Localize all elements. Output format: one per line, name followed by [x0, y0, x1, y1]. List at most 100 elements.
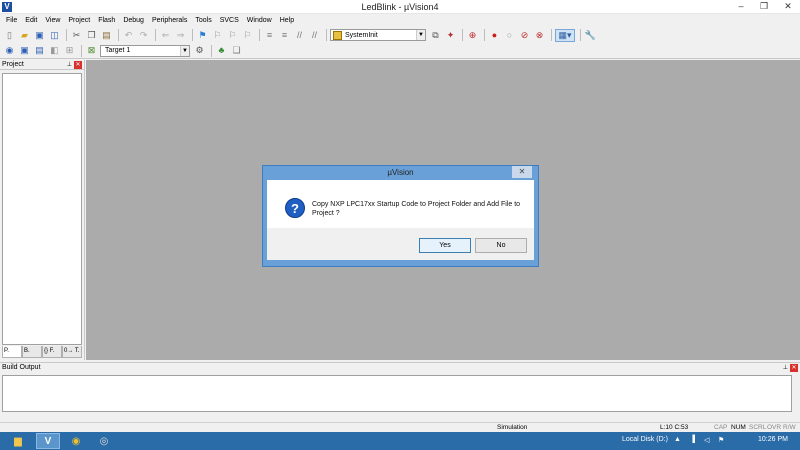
taskbar: ▆ V ◉ ◎ Local Disk (D:) ▲ ▐ ◁ ⚑ 10:26 PM — [0, 432, 800, 450]
toolbar-separator — [192, 29, 193, 41]
file-toolbar: ▯ ▰ ▣ ◫ ✂ ❐ ▤ ↶ ↷ ⇐ ⇒ ⚑ ⚐ ⚐ ⚐ ≡ ≡ // // … — [0, 27, 800, 43]
clear-bookmarks-icon[interactable]: ⚐ — [241, 29, 254, 42]
dialog-close-button[interactable]: ✕ — [512, 166, 532, 178]
pin-icon[interactable]: ⊥ — [783, 363, 788, 373]
flag-icon[interactable]: ⚑ — [718, 436, 724, 444]
target-combo[interactable]: Target 1 ▼ — [100, 44, 190, 57]
comment-icon[interactable]: // — [293, 29, 306, 42]
file-explorer-icon[interactable]: ▆ — [6, 433, 30, 449]
chrome-icon[interactable]: ◉ — [64, 433, 88, 449]
build-toolbar: ◉ ▣ ▤ ◧ ⊞ ⊠ Target 1 ▼ ⚙ ♣ ❏ — [0, 43, 800, 59]
kill-breakpoints-icon[interactable]: ⊗ — [533, 29, 546, 42]
project-panel-header: Project ⊥ ✕ — [0, 60, 84, 70]
cut-icon[interactable]: ✂ — [70, 29, 83, 42]
toolbar-separator — [462, 29, 463, 41]
build-output-title: Build Output — [2, 364, 41, 371]
disable-all-breakpoints-icon[interactable]: ⊘ — [518, 29, 531, 42]
options-for-target-icon[interactable]: ⚙ — [193, 44, 206, 57]
title-bar: V LedBlink - µVision4 – ❐ ✕ — [0, 0, 800, 14]
menu-tools[interactable]: Tools — [191, 14, 215, 27]
menu-file[interactable]: File — [2, 14, 21, 27]
window-layout-icon[interactable]: ▦▾ — [555, 28, 575, 42]
bookmark-icon[interactable]: ⚑ — [196, 29, 209, 42]
manage-components-icon[interactable]: ♣ — [215, 44, 228, 57]
dialog-title: µVision — [387, 168, 414, 177]
clock[interactable]: 10:26 PM — [758, 436, 788, 443]
tab-functions[interactable]: {} F. — [42, 346, 62, 358]
function-combo-value: SystemInit — [345, 31, 378, 39]
indent-icon[interactable]: ≡ — [263, 29, 276, 42]
close-icon[interactable]: ✕ — [790, 364, 798, 372]
window-title: LedBlink - µVision4 — [361, 2, 439, 12]
undo-icon[interactable]: ↶ — [122, 29, 135, 42]
target-combo-value: Target 1 — [105, 47, 131, 54]
breakpoint-icon[interactable]: ● — [488, 29, 501, 42]
load-icon[interactable]: ⊞ — [63, 44, 76, 57]
toolbar-separator — [118, 29, 119, 41]
project-panel-title: Project — [2, 61, 24, 68]
redo-icon[interactable]: ↷ — [137, 29, 150, 42]
question-icon: ? — [285, 198, 305, 218]
menu-svcs[interactable]: SVCS — [216, 14, 243, 27]
no-button[interactable]: No — [475, 238, 527, 253]
find-in-files-icon[interactable]: ⧉ — [429, 29, 442, 42]
close-window-button[interactable]: ✕ — [776, 0, 800, 13]
menu-window[interactable]: Window — [243, 14, 276, 27]
volume-icon[interactable]: ◁ — [704, 436, 709, 444]
toolbar-separator — [551, 29, 552, 41]
chevron-down-icon[interactable]: ▼ — [180, 45, 189, 56]
nav-forward-icon[interactable]: ⇒ — [174, 29, 187, 42]
tray-drive-label[interactable]: Local Disk (D:) — [622, 436, 668, 443]
next-bookmark-icon[interactable]: ⚐ — [226, 29, 239, 42]
save-icon[interactable]: ▣ — [33, 29, 46, 42]
unindent-icon[interactable]: ≡ — [278, 29, 291, 42]
tab-books[interactable]: B. — [22, 346, 42, 358]
menu-edit[interactable]: Edit — [21, 14, 41, 27]
tray-arrow-icon[interactable]: ▲ — [674, 436, 681, 443]
configure-wrench-icon[interactable]: 🔧 — [584, 29, 597, 42]
tab-templates[interactable]: 0→ T. — [62, 346, 82, 358]
close-icon[interactable]: ✕ — [74, 61, 82, 69]
incremental-find-icon[interactable]: ✦ — [444, 29, 457, 42]
project-tree[interactable] — [2, 73, 82, 345]
rebuild-icon[interactable]: ▤ — [33, 44, 46, 57]
uncomment-icon[interactable]: // — [308, 29, 321, 42]
prev-bookmark-icon[interactable]: ⚐ — [211, 29, 224, 42]
file-extensions-icon[interactable]: ❏ — [230, 44, 243, 57]
yes-button[interactable]: Yes — [419, 238, 471, 253]
menu-debug[interactable]: Debug — [119, 14, 148, 27]
uvision-taskbar-icon[interactable]: V — [36, 433, 60, 449]
tab-project[interactable]: P. — [2, 346, 22, 358]
chevron-down-icon[interactable]: ▼ — [416, 30, 425, 40]
debug-session-icon[interactable]: ⊕ — [466, 29, 479, 42]
menu-help[interactable]: Help — [276, 14, 298, 27]
translate-icon[interactable]: ◉ — [3, 44, 16, 57]
menu-peripherals[interactable]: Peripherals — [148, 14, 191, 27]
save-all-icon[interactable]: ◫ — [48, 29, 61, 42]
batch-build-icon[interactable]: ◧ — [48, 44, 61, 57]
network-icon[interactable]: ▐ — [690, 436, 695, 443]
build-icon[interactable]: ▣ — [18, 44, 31, 57]
minimize-button[interactable]: – — [730, 0, 752, 13]
dialog-body: ? Copy NXP LPC17xx Startup Code to Proje… — [267, 180, 534, 228]
status-bar: Simulation L:10 C:53 CAP NUM SCRL OVR R/… — [0, 422, 800, 432]
new-file-icon[interactable]: ▯ — [3, 29, 16, 42]
paste-icon[interactable]: ▤ — [100, 29, 113, 42]
copy-icon[interactable]: ❐ — [85, 29, 98, 42]
build-output-text[interactable] — [2, 375, 792, 412]
dialog-footer: Yes No — [267, 228, 534, 260]
nav-back-icon[interactable]: ⇐ — [159, 29, 172, 42]
menu-project[interactable]: Project — [64, 14, 94, 27]
function-combo[interactable]: SystemInit ▼ — [330, 29, 426, 41]
dialog-message: Copy NXP LPC17xx Startup Code to Project… — [312, 201, 521, 217]
menu-view[interactable]: View — [41, 14, 64, 27]
disable-breakpoint-icon[interactable]: ○ — [503, 29, 516, 42]
build-output-header: Build Output ⊥ ✕ — [0, 363, 800, 373]
menu-flash[interactable]: Flash — [94, 14, 119, 27]
target-options-icon[interactable]: ⊠ — [85, 44, 98, 57]
open-folder-icon[interactable]: ▰ — [18, 29, 31, 42]
project-panel: Project ⊥ ✕ P. B. {} F. 0→ T. — [0, 60, 85, 360]
app-taskbar-icon[interactable]: ◎ — [92, 433, 116, 449]
maximize-button[interactable]: ❐ — [753, 0, 775, 13]
pin-icon[interactable]: ⊥ — [67, 60, 72, 70]
